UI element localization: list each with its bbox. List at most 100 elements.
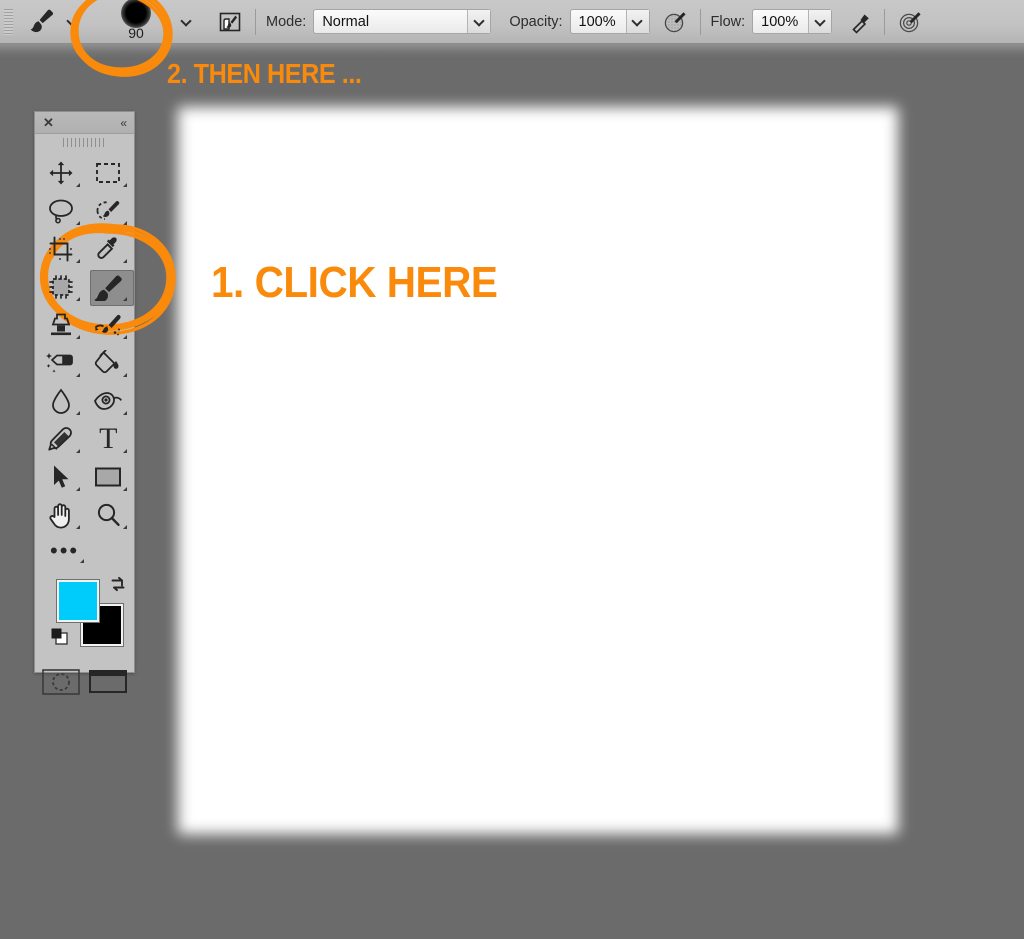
flow-input[interactable]: 100% xyxy=(752,9,833,34)
panel-drag-handle[interactable] xyxy=(35,134,134,150)
tool-healing-brush[interactable] xyxy=(85,306,133,344)
foreground-color-swatch[interactable] xyxy=(56,579,100,623)
panel-drag-dots xyxy=(62,137,107,147)
tool-pen[interactable] xyxy=(37,420,85,458)
tool-clone-stamp[interactable] xyxy=(37,306,85,344)
options-separator-1 xyxy=(255,8,256,35)
eraser-icon xyxy=(45,353,73,373)
flyout-corner xyxy=(75,183,80,187)
tools-grid: T xyxy=(35,150,134,534)
edit-toolbar-more[interactable]: ••• xyxy=(35,534,134,568)
tool-path-selection[interactable] xyxy=(37,458,85,496)
chevron-down-icon xyxy=(815,16,826,27)
flyout-corner xyxy=(75,411,80,415)
flyout-corner xyxy=(123,373,127,377)
options-bar-shadow xyxy=(0,44,1024,58)
photoshop-window: 90 Mode: Normal Opacity: 100% Flow: 100%… xyxy=(0,0,1024,939)
default-colors-icon[interactable] xyxy=(51,628,69,646)
brush-preset-chevron[interactable] xyxy=(171,7,201,37)
tool-blur[interactable] xyxy=(37,382,85,420)
flyout-corner xyxy=(123,411,127,415)
swap-colors-icon[interactable] xyxy=(110,576,126,592)
hand-icon xyxy=(49,503,70,529)
blend-mode-chevron[interactable] xyxy=(467,10,491,33)
flyout-corner xyxy=(75,487,80,491)
tool-zoom[interactable] xyxy=(85,496,133,534)
options-separator-2 xyxy=(699,8,701,35)
tool-dodge[interactable] xyxy=(85,382,133,420)
tool-frame[interactable] xyxy=(37,268,85,306)
brush-settings-panel-icon[interactable] xyxy=(215,7,245,37)
color-swatches xyxy=(35,572,134,664)
flyout-corner xyxy=(123,487,127,491)
tool-quick-selection[interactable] xyxy=(85,192,133,230)
tool-brush[interactable] xyxy=(85,268,134,306)
screen-mode-toggle[interactable] xyxy=(85,664,133,700)
eyedropper-icon xyxy=(97,237,117,259)
tool-eraser[interactable] xyxy=(37,344,85,382)
spot-healing-brush-icon xyxy=(95,314,121,336)
flow-chevron[interactable] xyxy=(808,10,832,33)
chevron-down-icon xyxy=(632,16,643,27)
tools-panel-header: ✕ « xyxy=(35,112,134,134)
opacity-input[interactable]: 100% xyxy=(569,9,650,34)
screen-mode-icon xyxy=(89,670,128,693)
pen-nib-icon xyxy=(48,427,72,451)
chevron-down-icon xyxy=(67,16,78,27)
tool-eyedropper[interactable] xyxy=(85,230,133,268)
brush-preset-picker[interactable]: 90 xyxy=(105,0,167,43)
flow-label: Flow: xyxy=(710,13,746,30)
flyout-corner xyxy=(75,525,80,529)
magnifier-icon xyxy=(98,503,120,526)
rectangular-marquee-icon xyxy=(96,163,121,183)
tools-panel: ✕ « T ••• xyxy=(34,111,135,695)
tool-crop[interactable] xyxy=(37,230,85,268)
options-bar-drag-grip[interactable] xyxy=(4,8,13,35)
crop-icon xyxy=(48,236,73,262)
tool-lasso[interactable] xyxy=(37,192,85,230)
paint-bucket-icon xyxy=(95,350,119,374)
smoothing-pressure-icon[interactable] xyxy=(895,7,925,37)
tool-type[interactable]: T xyxy=(85,420,133,458)
quick-mask-toggle[interactable] xyxy=(37,664,85,700)
tool-hand[interactable] xyxy=(37,496,85,534)
tool-move[interactable] xyxy=(37,154,85,192)
options-bar: 90 Mode: Normal Opacity: 100% Flow: 100% xyxy=(0,0,1024,44)
document-canvas[interactable] xyxy=(178,107,898,834)
flyout-corner xyxy=(75,221,80,225)
waterdrop-blur-icon xyxy=(51,388,70,414)
flyout-corner xyxy=(75,297,80,301)
panel-bottom-tools xyxy=(35,664,134,704)
annotation-step-2: 2. THEN HERE ... xyxy=(167,58,362,89)
quick-mask-icon xyxy=(41,669,80,695)
tool-marquee[interactable] xyxy=(85,154,133,192)
clone-stamp-icon xyxy=(50,313,71,336)
flow-value: 100% xyxy=(761,13,799,30)
move-arrows-icon xyxy=(49,161,73,185)
chevron-down-icon xyxy=(474,16,485,27)
flyout-corner xyxy=(123,259,127,263)
close-icon[interactable]: ✕ xyxy=(43,116,54,129)
airbrush-icon[interactable] xyxy=(844,7,874,37)
mode-label: Mode: xyxy=(266,13,307,30)
pressure-controls-opacity-icon[interactable] xyxy=(660,7,690,37)
opacity-label: Opacity: xyxy=(509,13,563,30)
brush-tool-preset-chevron[interactable] xyxy=(57,7,87,37)
blend-mode-value: Normal xyxy=(322,13,370,30)
brush-tool-icon[interactable] xyxy=(29,7,55,37)
flyout-corner xyxy=(123,183,127,187)
collapse-double-chevron-icon[interactable]: « xyxy=(120,116,127,130)
options-separator-3 xyxy=(884,8,886,35)
tool-shape[interactable] xyxy=(85,458,133,496)
flyout-corner xyxy=(123,335,127,339)
tool-paint-bucket[interactable] xyxy=(85,344,133,382)
rectangle-shape-icon xyxy=(95,467,122,487)
blend-mode-select[interactable]: Normal xyxy=(313,9,492,34)
flyout-corner xyxy=(75,259,80,263)
flyout-corner xyxy=(75,335,80,339)
paintbrush-icon xyxy=(94,275,122,301)
flyout-corner xyxy=(75,449,80,453)
flyout-corner xyxy=(123,221,127,225)
opacity-chevron[interactable] xyxy=(625,10,649,33)
flyout-corner xyxy=(75,373,80,377)
